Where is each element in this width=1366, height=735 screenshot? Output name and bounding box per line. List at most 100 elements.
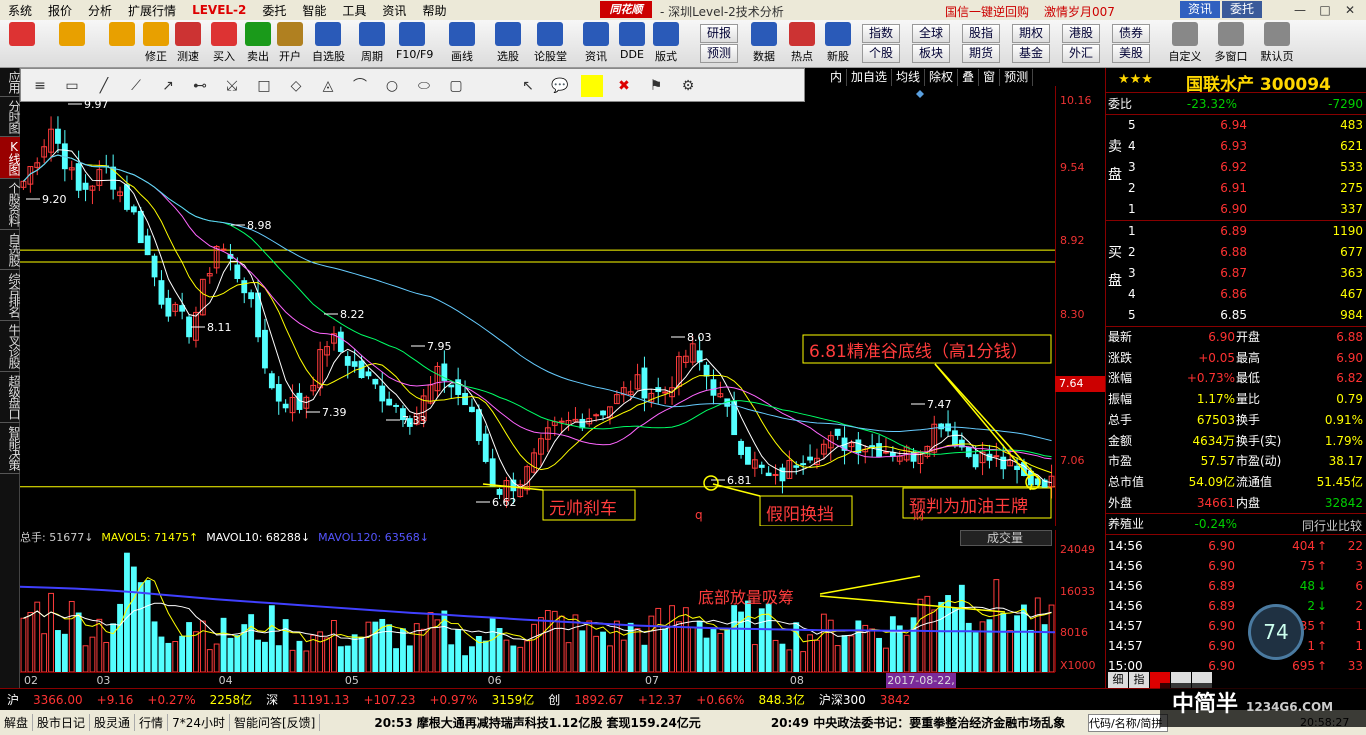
toolbar-back-arrow-button[interactable]	[56, 22, 88, 66]
chart-tab-6[interactable]: 预测	[1000, 69, 1034, 86]
menu-item-2[interactable]: 分析	[80, 2, 120, 19]
buy-icon	[211, 22, 237, 46]
market-pill-2[interactable]: 指数	[862, 24, 900, 43]
toolbar-tail-0[interactable]: 自定义	[1164, 22, 1206, 66]
volume-bar	[103, 641, 110, 672]
minimize-icon[interactable]: —	[1290, 2, 1310, 18]
market-pill-8[interactable]: 个股	[862, 44, 900, 63]
news-title-button[interactable]: 资讯	[1180, 1, 1220, 18]
toolbar-star-button[interactable]: 自选股	[312, 22, 345, 66]
toolbar-ipo-button[interactable]: 新股	[822, 22, 854, 66]
market-pill-7[interactable]: 债券	[1112, 24, 1150, 43]
toolbar-hot-button[interactable]: 热点	[786, 22, 818, 66]
volume-chart[interactable]: 底部放量吸筹	[20, 530, 1055, 672]
market-pill-12[interactable]: 外汇	[1062, 44, 1100, 63]
chart-tab-5[interactable]: 窗	[979, 69, 1001, 86]
menu-item-8[interactable]: 资讯	[374, 2, 414, 19]
market-pill-11[interactable]: 基金	[1012, 44, 1050, 63]
close-icon[interactable]: ✕	[1340, 2, 1360, 18]
sidenav-item-0[interactable]: 应用	[0, 68, 21, 97]
tick-count: 1	[1355, 639, 1363, 653]
bid-price: 6.89	[1220, 224, 1247, 238]
chart-tab-1[interactable]: 加自选	[847, 69, 893, 86]
industry-compare-button[interactable]: 同行业比较	[1302, 517, 1362, 534]
promo-link-2[interactable]: 激情岁月007	[1044, 3, 1115, 20]
quote-tab-0[interactable]: 细	[1108, 672, 1128, 688]
news-ticker-1[interactable]: 20:53 摩根大通再减持瑞声科技1.12亿股 套现159.24亿元	[374, 714, 700, 731]
volume-bar	[689, 626, 696, 672]
candle-body	[745, 446, 751, 465]
menu-item-5[interactable]: 委托	[254, 2, 294, 19]
menu-item-0[interactable]: 系统	[0, 2, 40, 19]
status-item-5[interactable]: 智能问答[反馈]	[230, 714, 321, 731]
news-ticker-2[interactable]: 20:49 中央政法委书记：要重拳整治经济金融市场乱象	[771, 714, 1065, 731]
volume-bar	[883, 647, 889, 672]
toolbar-cycle-button[interactable]: 周期	[356, 22, 388, 66]
toolbar-tail-2[interactable]: 默认页	[1256, 22, 1298, 66]
market-pill-0[interactable]: 研报	[700, 24, 738, 43]
toolbar-clock-button[interactable]: 测速	[172, 22, 204, 66]
chart-tab-2[interactable]: 均线	[892, 69, 926, 86]
sidenav-item-2[interactable]: K线图	[0, 137, 21, 179]
date-tick: 04	[218, 674, 233, 687]
candle-body	[137, 210, 144, 244]
toolbar-up-down-arrow-button[interactable]	[106, 22, 138, 66]
toolbar-refresh-button[interactable]: 修正	[140, 22, 172, 66]
index-item-0[interactable]: 沪	[7, 691, 19, 708]
volume-bar	[876, 637, 882, 672]
toolbar-dde-button[interactable]: DDE	[616, 22, 648, 66]
sidenav-item-6[interactable]: 牛叉诊股	[0, 321, 21, 372]
maximize-icon[interactable]: □	[1315, 2, 1335, 18]
promo-link-1[interactable]: 国信一键逆回购	[945, 3, 1029, 20]
sidenav-item-7[interactable]: 超级盘口	[0, 372, 21, 423]
toolbar-layout-button[interactable]: 版式	[650, 22, 682, 66]
market-pill-1[interactable]: 预测	[700, 44, 738, 63]
toolbar-tail-1[interactable]: 多窗口	[1210, 22, 1252, 66]
market-pill-9[interactable]: 板块	[912, 44, 950, 63]
status-item-1[interactable]: 股市日记	[33, 714, 91, 731]
chart-tab-0[interactable]: 内	[826, 69, 848, 86]
volume-indicator-select[interactable]: 成交量	[960, 530, 1052, 546]
kline-chart[interactable]: 9.97 9.20 8.98 8.11 8.22 7.95 7.39 7.33 8.03 6.62…	[20, 86, 1055, 526]
sidenav-item-4[interactable]: 自选股	[0, 230, 21, 270]
sidenav-item-8[interactable]: 智能决策	[0, 423, 21, 474]
index-item-10[interactable]: 创	[548, 691, 560, 708]
market-pill-13[interactable]: 美股	[1112, 44, 1150, 63]
market-pill-10[interactable]: 期货	[962, 44, 1000, 63]
toolbar-sell-button[interactable]: 卖出	[242, 22, 274, 66]
market-pill-3[interactable]: 全球	[912, 24, 950, 43]
menu-item-4[interactable]: LEVEL-2	[184, 3, 254, 17]
market-pill-5[interactable]: 期权	[1012, 24, 1050, 43]
toolbar-forum-button[interactable]: 论股堂	[534, 22, 567, 66]
candle-body	[482, 433, 489, 462]
toolbar-news-button[interactable]: 资讯	[580, 22, 612, 66]
sidenav-item-1[interactable]: 分时图	[0, 97, 21, 137]
toolbar-select-button[interactable]: 选股	[492, 22, 524, 66]
toolbar-pen-button[interactable]: 画线	[446, 22, 478, 66]
trade-title-button[interactable]: 委托	[1222, 1, 1262, 18]
status-item-4[interactable]: 7*24小时	[168, 714, 230, 731]
menu-item-6[interactable]: 智能	[294, 2, 334, 19]
menu-item-3[interactable]: 扩展行情	[120, 2, 184, 19]
search-input[interactable]: 代码/名称/简拼	[1088, 714, 1168, 732]
toolbar-buy-button[interactable]: 买入	[208, 22, 240, 66]
status-item-0[interactable]: 解盘	[0, 714, 34, 731]
status-item-3[interactable]: 行情	[135, 714, 169, 731]
market-pill-6[interactable]: 港股	[1062, 24, 1100, 43]
toolbar-lock-button[interactable]: 开户	[274, 22, 306, 66]
menu-item-7[interactable]: 工具	[334, 2, 374, 19]
sidenav-item-5[interactable]: 综合排名	[0, 270, 21, 321]
menu-item-9[interactable]: 帮助	[414, 2, 454, 19]
toolbar-pe-button[interactable]: 数据	[748, 22, 780, 66]
menu-item-1[interactable]: 报价	[40, 2, 80, 19]
index-item-5[interactable]: 深	[266, 691, 278, 708]
chart-tab-3[interactable]: 除权	[925, 69, 959, 86]
toolbar-windows-button[interactable]	[6, 22, 38, 66]
quote-tab-1[interactable]: 指	[1129, 672, 1149, 688]
chart-tab-4[interactable]: 叠	[958, 69, 980, 86]
index-item-15[interactable]: 沪深300	[819, 691, 866, 708]
sidenav-item-3[interactable]: 个股资料	[0, 179, 21, 230]
toolbar-f10-button[interactable]: F10/F9	[396, 22, 433, 66]
market-pill-4[interactable]: 股指	[962, 24, 1000, 43]
status-item-2[interactable]: 股灵通	[90, 714, 136, 731]
